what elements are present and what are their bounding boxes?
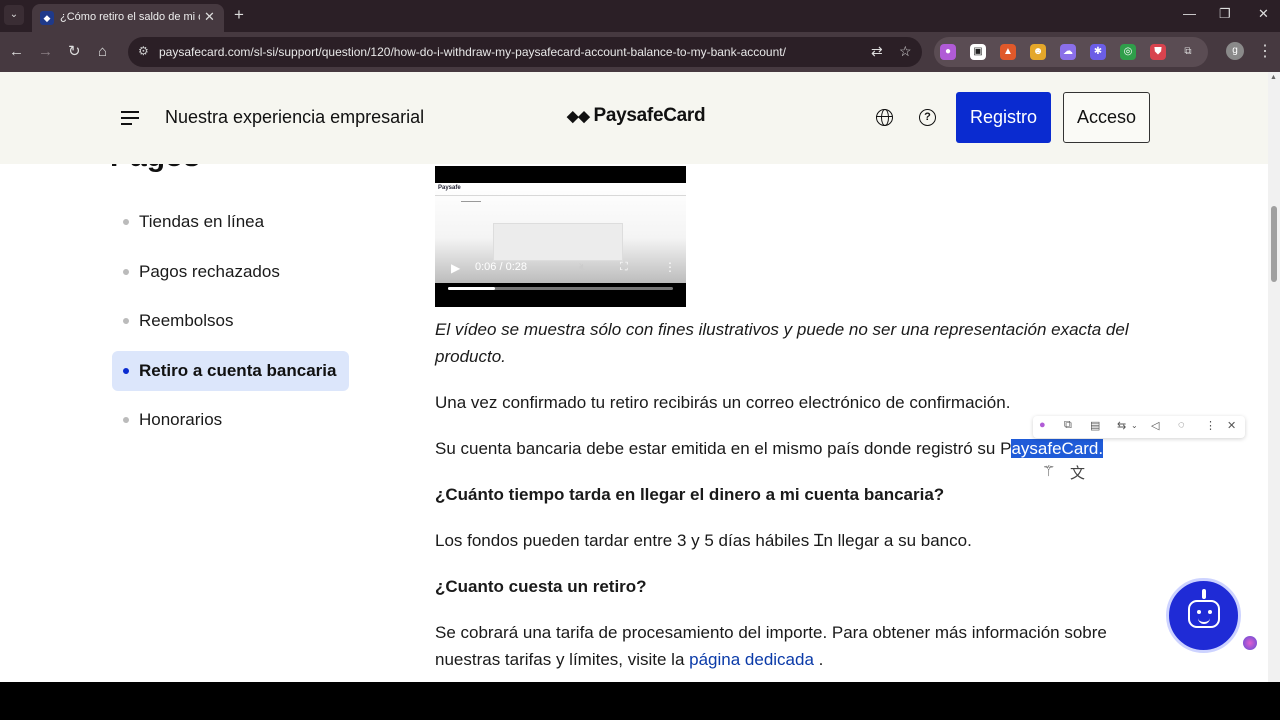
site-header: Nuestra experiencia empresarial ◆◆ Paysaf… [0,72,1268,164]
puzzle-icon[interactable]: ⧉ [1180,44,1196,60]
copy-extension-icon[interactable]: ▣ [970,44,986,60]
paysafecard-favicon-icon: ◆ [40,11,54,25]
video-frame-line [435,195,686,196]
article-paragraph-confirmation: Una vez confirmado tu retiro recibirás u… [435,393,1011,412]
video-frame-panel [493,223,623,261]
site-info-icon[interactable]: ⚙ [138,44,149,58]
brain-side-extension-icon[interactable] [1243,636,1257,650]
translate-small-icon[interactable]: ⇆ [1117,419,1126,432]
chatbot-button[interactable] [1166,578,1241,653]
robot-icon [1188,600,1220,628]
hamburger-menu-icon[interactable] [121,111,139,125]
selection-mini-actions: ⚚ 文 [1038,460,1094,486]
article-paragraph-country: Su cuenta bancaria debe estar emitida en… [435,439,1104,458]
robot-antenna-icon [1202,589,1206,599]
logo-diamond-icon: ◆◆ [567,108,590,125]
profile-avatar[interactable]: g [1226,42,1244,60]
window-close-button[interactable]: ✕ [1258,6,1269,22]
more-icon[interactable]: ⋮ [1205,419,1216,432]
dedicated-page-link[interactable]: página dedicada [689,650,814,669]
video-progress-fill [448,287,496,290]
scroll-up-arrow-icon[interactable]: ▲ [1270,74,1277,81]
tab-title: ¿Cómo retiro el saldo de mi cuenta [60,11,200,23]
page-viewport: Nuestra experiencia empresarial ◆◆ Paysaf… [0,72,1280,682]
back-button[interactable]: ← [9,42,24,62]
url-text[interactable]: paysafecard.com/sl-si/support/question/1… [159,45,786,59]
sidebar-nav: Tiendas en línea Pagos rechazados Reembo… [112,202,352,450]
speaker-icon[interactable]: ◁ [1151,419,1159,432]
scrollbar-thumb[interactable] [1271,206,1277,282]
selection-toolbar: ● ⧉ ▤ ⇆ ⌄ ◁ ◌ ⋮ ✕ [1033,416,1245,438]
magic-wand-icon[interactable]: ⚚ [1042,462,1055,480]
video-mute-icon[interactable]: 🔇︎ [579,260,587,275]
copy-icon[interactable]: ⧉ [1064,419,1072,432]
business-experience-link[interactable]: Nuestra experiencia empresarial [165,107,424,128]
forward-button[interactable]: → [38,42,53,62]
chat-bubble-icon[interactable]: ◌ [1178,419,1185,431]
article-heading-cost: ¿Cuanto cuesta un retiro? [435,577,647,596]
video-frame-brand: Paysafe [438,185,461,191]
chevron-down-icon[interactable]: ⌄ [1131,421,1138,430]
bullet-icon [123,318,129,324]
bullet-icon [123,367,129,374]
bullet-icon [123,268,129,275]
video-frame-line [461,201,481,202]
os-taskbar-area [0,682,1280,720]
bullet-icon [123,417,129,423]
fox-extension-icon[interactable]: ▲ [1000,44,1016,60]
window-maximize-button[interactable]: ❐ [1219,6,1231,22]
help-question-icon[interactable]: ? [919,109,936,126]
sidebar-item-fees[interactable]: Honorarios [112,400,349,440]
extensions-bar: ● ▣ ▲ ☻ ☁ ✱ ◎ ⛊ ⧉ [934,37,1208,67]
ai-brain-icon[interactable]: ● [1039,419,1046,431]
language-globe-icon[interactable] [876,109,893,126]
tab-close-icon[interactable]: ✕ [204,9,215,25]
video-more-icon[interactable]: ⋮ [664,260,676,274]
video-progress-bar[interactable] [448,287,673,290]
browser-tab-bar: ⌄ ◆ ¿Cómo retiro el saldo de mi cuenta ✕… [0,0,1280,32]
close-icon[interactable]: ✕ [1227,419,1236,432]
register-button[interactable]: Registro [956,92,1051,143]
video-controls: ▶ 0:06 / 0:28 🔇︎ ⛶ ⋮ [435,260,686,307]
text-selection: aysafeCard. [1011,439,1104,458]
gear-extension-icon[interactable]: ✱ [1090,44,1106,60]
video-fullscreen-icon[interactable]: ⛶ [620,261,628,274]
bookmark-star-icon[interactable]: ☆ [899,43,912,60]
tab-search-button[interactable]: ⌄ [4,5,24,25]
video-caption: El vídeo se muestra sólo con fines ilust… [435,320,1129,366]
tutorial-video[interactable]: Paysafe ▶ 0:06 / 0:28 🔇︎ ⛶ ⋮ [435,166,686,307]
window-minimize-button[interactable]: — [1183,6,1196,21]
browser-menu-icon[interactable]: ⋮ [1257,41,1273,61]
login-button[interactable]: Acceso [1063,92,1150,143]
video-play-icon[interactable]: ▶ [451,261,460,275]
address-bar[interactable]: ⚙ paysafecard.com/sl-si/support/question… [128,37,922,67]
bullet-icon [123,219,129,225]
article-paragraph-time: Los fondos pueden tardar entre 3 y 5 día… [435,531,972,550]
translate-icon[interactable]: ⇄ [871,43,883,60]
person-extension-icon[interactable]: ☻ [1030,44,1046,60]
browser-toolbar: ← → ↻ ⌂ ⚙ paysafecard.com/sl-si/support/… [0,32,1280,72]
cloud-extension-icon[interactable]: ☁ [1060,44,1076,60]
reload-button[interactable]: ↻ [68,42,81,62]
browser-tab-active[interactable]: ◆ ¿Cómo retiro el saldo de mi cuenta ✕ [32,4,224,32]
shield-extension-icon[interactable]: ⛊ [1150,44,1166,60]
home-button[interactable]: ⌂ [98,42,107,62]
chrome-extension-icon[interactable]: ◎ [1120,44,1136,60]
translate-glyph-icon[interactable]: 文 [1070,462,1085,483]
sidebar-item-online-stores[interactable]: Tiendas en línea [112,202,349,242]
brain-extension-icon[interactable]: ● [940,44,956,60]
paysafecard-logo[interactable]: ◆◆ PaysafeCard [567,105,706,127]
article-paragraph-fees: Se cobrará una tarifa de procesamiento d… [435,623,1107,669]
sidebar-item-rejected-payments[interactable]: Pagos rechazados [112,252,349,292]
sidebar-item-refunds[interactable]: Reembolsos [112,301,349,341]
note-icon[interactable]: ▤ [1090,419,1100,432]
video-time: 0:06 / 0:28 [475,261,527,273]
new-tab-button[interactable]: + [234,5,244,25]
sidebar-item-bank-withdrawal[interactable]: Retiro a cuenta bancaria [112,350,349,391]
page-scrollbar[interactable]: ▲ [1268,72,1280,682]
